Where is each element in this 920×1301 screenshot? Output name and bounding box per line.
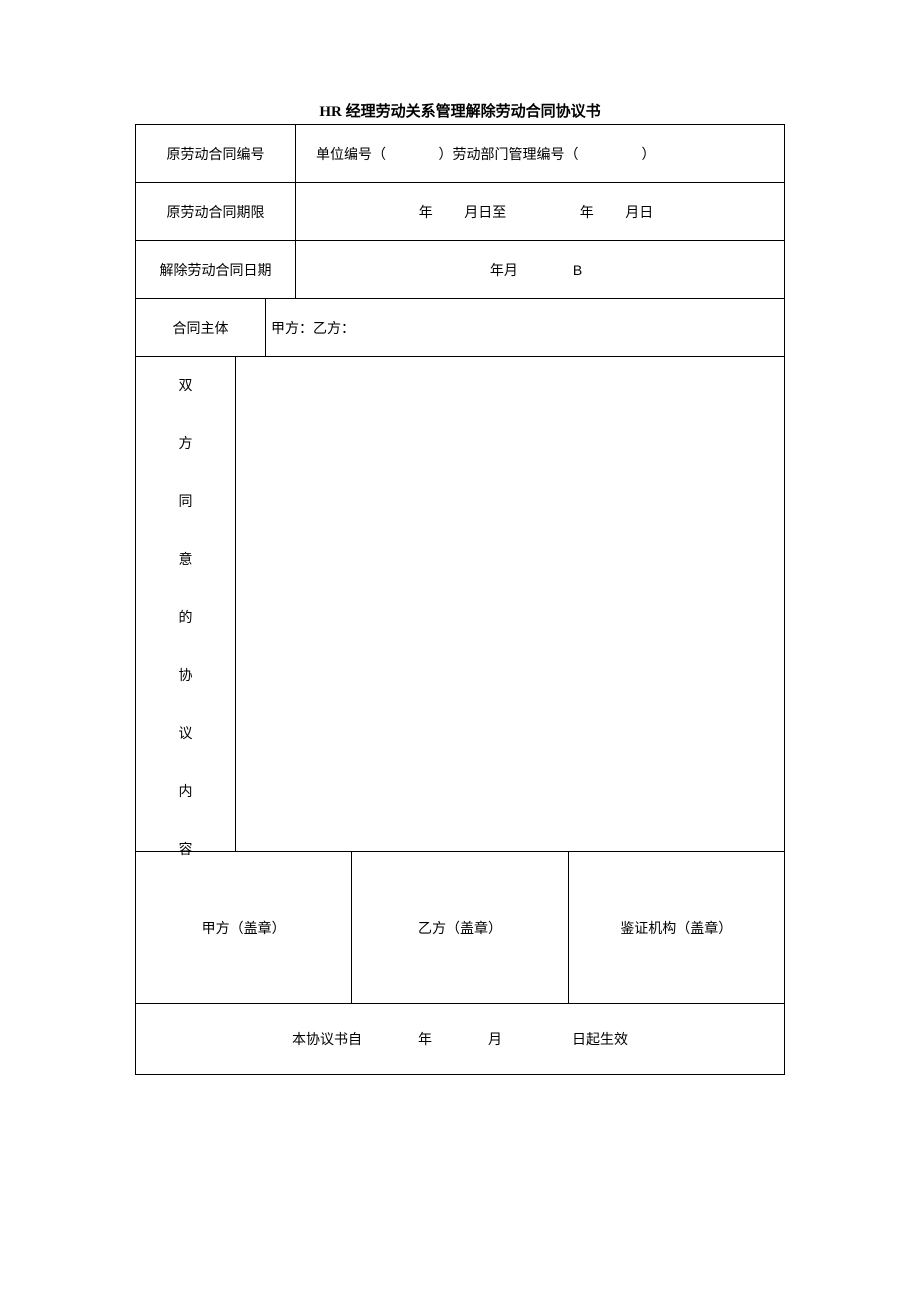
content-char-2: 方 (179, 433, 193, 453)
content-char-8: 内 (179, 781, 193, 801)
document-title: HR 经理劳动关系管理解除劳动合同协议书 (135, 100, 785, 121)
content-char-7: 议 (179, 723, 193, 743)
label-parties: 合同主体 (136, 299, 266, 356)
form-table: 原劳动合同编号 单位编号（ ）劳动部门管理编号（ ） 原劳动合同期限 年 月日至… (135, 124, 785, 1075)
content-char-3: 同 (179, 491, 193, 511)
value-contract-period: 年 月日至 年 月日 (296, 183, 784, 240)
stamp-party-a: 甲方（盖章） (136, 852, 352, 1003)
effective-date-cell: 本协议书自 年 月 日起生效 (136, 1029, 784, 1049)
row-contract-period: 原劳动合同期限 年 月日至 年 月日 (136, 183, 784, 241)
row-contract-number: 原劳动合同编号 单位编号（ ）劳动部门管理编号（ ） (136, 125, 784, 183)
row-effective-date: 本协议书自 年 月 日起生效 (136, 1004, 784, 1074)
row-stamps: 甲方（盖章） 乙方（盖章） 鉴证机构（盖章） (136, 852, 784, 1004)
label-termination-date: 解除劳动合同日期 (136, 241, 296, 298)
label-contract-number: 原劳动合同编号 (136, 125, 296, 182)
contract-period-text: 年 月日至 年 月日 (419, 202, 654, 222)
label-agreement-content: 双 方 同 意 的 协 议 内 容 (136, 357, 236, 851)
content-char-5: 的 (179, 607, 193, 627)
row-agreement-content: 双 方 同 意 的 协 议 内 容 (136, 357, 784, 852)
stamp-party-b: 乙方（盖章） (352, 852, 568, 1003)
row-termination-date: 解除劳动合同日期 年月 B (136, 241, 784, 299)
content-char-1: 双 (179, 375, 193, 395)
value-termination-date: 年月 B (296, 241, 784, 298)
effective-date-text: 本协议书自 年 月 日起生效 (292, 1029, 628, 1049)
value-agreement-content (236, 357, 784, 851)
value-parties: 甲方：乙方： (266, 299, 784, 356)
stamp-notary: 鉴证机构（盖章） (569, 852, 784, 1003)
termination-date-left: 年月 (490, 260, 518, 280)
contract-number-text: 单位编号（ ）劳动部门管理编号（ ） (316, 144, 656, 164)
content-char-6: 协 (179, 665, 193, 685)
label-contract-period: 原劳动合同期限 (136, 183, 296, 240)
value-contract-number: 单位编号（ ）劳动部门管理编号（ ） (296, 125, 784, 182)
row-parties: 合同主体 甲方：乙方： (136, 299, 784, 357)
termination-date-right: B (573, 262, 582, 278)
content-char-4: 意 (179, 549, 193, 569)
